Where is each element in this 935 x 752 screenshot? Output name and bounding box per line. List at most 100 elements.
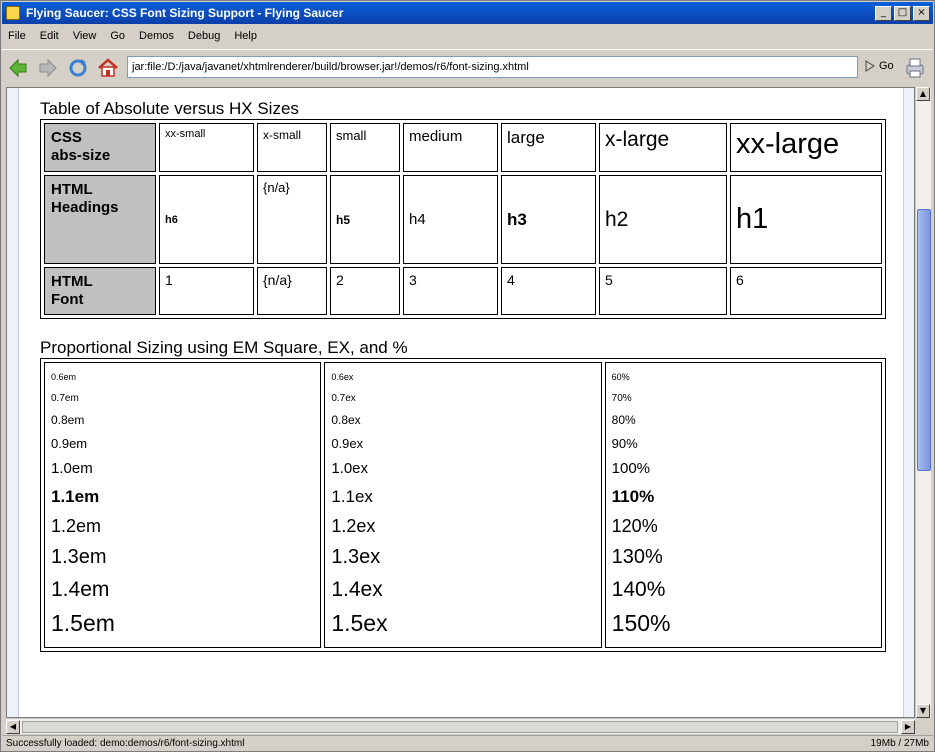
menu-view[interactable]: View bbox=[67, 30, 103, 42]
cell-x-large: x-large bbox=[599, 123, 727, 172]
pct-130: 130% bbox=[611, 546, 663, 569]
cell-large: large bbox=[501, 123, 596, 172]
ex-10: 1.0ex bbox=[331, 460, 369, 478]
ex-07: 0.7ex bbox=[331, 392, 356, 404]
cell-h5: h5 bbox=[330, 175, 400, 264]
cell-medium: medium bbox=[403, 123, 498, 172]
cell-h1: h1 bbox=[730, 175, 882, 264]
column-ex: 0.6ex 0.7ex 0.8ex 0.9ex 1.0ex 1.1ex 1.2e… bbox=[324, 362, 602, 648]
cell-h6: h6 bbox=[159, 175, 254, 264]
minimize-button[interactable]: _ bbox=[875, 5, 892, 21]
reload-button[interactable] bbox=[64, 54, 92, 82]
cell-xx-small: xx-small bbox=[159, 123, 254, 172]
cell-font-na: {n/a} bbox=[257, 267, 327, 315]
app-icon bbox=[6, 6, 20, 20]
ex-13: 1.3ex bbox=[331, 546, 381, 569]
menu-file[interactable]: File bbox=[2, 30, 32, 42]
scroll-down-button[interactable]: ▼ bbox=[916, 704, 930, 718]
scroll-left-button[interactable]: ◀ bbox=[6, 720, 20, 734]
window-title: Flying Saucer: CSS Font Sizing Support -… bbox=[26, 6, 344, 20]
row-header-font: HTML Font bbox=[44, 267, 156, 315]
back-arrow-icon bbox=[9, 58, 27, 77]
go-arrow-icon bbox=[865, 60, 875, 72]
em-13: 1.3em bbox=[51, 546, 107, 569]
cell-x-small: x-small bbox=[257, 123, 327, 172]
cell-font-6: 6 bbox=[730, 267, 882, 315]
row-header-css: CSS abs-size bbox=[44, 123, 156, 172]
print-icon[interactable] bbox=[903, 56, 927, 80]
vertical-scrollbar[interactable]: ▲ ▼ bbox=[915, 87, 931, 718]
ex-06: 0.6ex bbox=[331, 372, 354, 382]
pct-150: 150% bbox=[611, 610, 671, 637]
menu-help[interactable]: Help bbox=[228, 30, 263, 42]
status-message: Successfully loaded: demo:demos/r6/font-… bbox=[6, 738, 245, 749]
home-icon bbox=[98, 57, 118, 77]
horizontal-scrollbar[interactable]: ◀ ▶ bbox=[6, 718, 915, 734]
ex-11: 1.1ex bbox=[331, 486, 373, 506]
cell-small: small bbox=[330, 123, 400, 172]
browser-window: Flying Saucer: CSS Font Sizing Support -… bbox=[0, 0, 935, 752]
ex-08: 0.8ex bbox=[331, 412, 361, 427]
ex-15: 1.5ex bbox=[331, 610, 388, 637]
pct-110: 110% bbox=[611, 486, 655, 506]
em-07: 0.7em bbox=[51, 392, 79, 404]
absolute-sizes-table: CSS abs-size xx-small x-small small mediu… bbox=[40, 119, 886, 319]
page-left-margin bbox=[7, 88, 19, 717]
section-proportional-title: Proportional Sizing using EM Square, EX,… bbox=[40, 338, 408, 357]
menu-demos[interactable]: Demos bbox=[133, 30, 180, 42]
ex-09: 0.9ex bbox=[331, 436, 364, 452]
em-14: 1.4em bbox=[51, 578, 110, 602]
menu-go[interactable]: Go bbox=[104, 30, 131, 42]
em-08: 0.8em bbox=[51, 412, 85, 427]
cell-font-2: 2 bbox=[330, 267, 400, 315]
page-right-margin bbox=[903, 88, 914, 717]
address-input[interactable]: jar:file:/D:/java/javanet/xhtmlrenderer/… bbox=[127, 56, 858, 78]
back-button[interactable] bbox=[4, 54, 32, 82]
proportional-sizing-table: 0.6em 0.7em 0.8em 0.9em 1.0em 1.1em 1.2e… bbox=[40, 358, 886, 652]
row-header-headings: HTML Headings bbox=[44, 175, 156, 264]
section-absolute-sizes-title: Table of Absolute versus HX Sizes bbox=[40, 99, 299, 118]
em-09: 0.9em bbox=[51, 436, 88, 452]
em-15: 1.5em bbox=[51, 610, 115, 637]
cell-xx-large: xx-large bbox=[730, 123, 882, 172]
cell-font-5: 5 bbox=[599, 267, 727, 315]
cell-h2: h2 bbox=[599, 175, 727, 264]
pct-140: 140% bbox=[611, 578, 666, 602]
column-em: 0.6em 0.7em 0.8em 0.9em 1.0em 1.1em 1.2e… bbox=[44, 362, 322, 648]
pct-80: 80% bbox=[611, 412, 636, 427]
go-button[interactable]: Go bbox=[865, 60, 894, 72]
em-11: 1.1em bbox=[51, 486, 100, 506]
menu-bar: File Edit View Go Demos Debug Help bbox=[2, 25, 933, 47]
pct-70: 70% bbox=[611, 392, 632, 404]
cell-font-3: 3 bbox=[403, 267, 498, 315]
forward-arrow-icon bbox=[39, 58, 57, 77]
scroll-right-button[interactable]: ▶ bbox=[901, 720, 915, 734]
go-label: Go bbox=[879, 60, 894, 72]
ex-14: 1.4ex bbox=[331, 578, 383, 602]
pct-60: 60% bbox=[611, 372, 630, 382]
memory-usage: 19Mb / 27Mb bbox=[870, 738, 929, 749]
menu-debug[interactable]: Debug bbox=[182, 30, 226, 42]
page-viewport: Table of Absolute versus HX Sizes CSS abs… bbox=[6, 87, 915, 718]
menu-edit[interactable]: Edit bbox=[34, 30, 65, 42]
forward-button[interactable] bbox=[34, 54, 62, 82]
close-button[interactable]: × bbox=[913, 5, 930, 21]
pct-90: 90% bbox=[611, 436, 638, 452]
scroll-up-button[interactable]: ▲ bbox=[916, 87, 930, 101]
title-bar[interactable]: Flying Saucer: CSS Font Sizing Support -… bbox=[2, 2, 933, 24]
cell-h4: h4 bbox=[403, 175, 498, 264]
column-percent: 60% 70% 80% 90% 100% 110% 120% 130% 140%… bbox=[604, 362, 882, 648]
vertical-scroll-thumb[interactable] bbox=[917, 209, 931, 471]
cell-h3: h3 bbox=[501, 175, 596, 264]
ex-12: 1.2ex bbox=[331, 515, 376, 536]
reload-icon bbox=[69, 58, 87, 76]
home-button[interactable] bbox=[94, 54, 122, 82]
pct-100: 100% bbox=[611, 460, 651, 478]
horizontal-scroll-thumb[interactable] bbox=[22, 721, 898, 733]
em-10: 1.0em bbox=[51, 460, 93, 478]
em-12: 1.2em bbox=[51, 515, 102, 536]
em-06: 0.6em bbox=[51, 372, 77, 382]
maximize-button[interactable]: □ bbox=[894, 5, 911, 21]
cell-font-1: 1 bbox=[159, 267, 254, 315]
pct-120: 120% bbox=[611, 515, 658, 536]
